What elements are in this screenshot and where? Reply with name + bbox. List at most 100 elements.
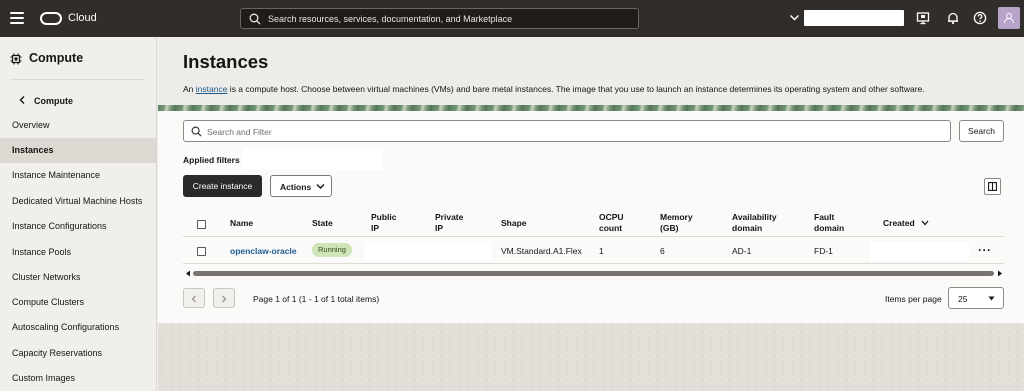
oracle-logo-icon[interactable] [40, 12, 62, 25]
sidebar-item-instance-maintenance[interactable]: Instance Maintenance [0, 163, 157, 188]
sidebar-item-autoscaling-configurations[interactable]: Autoscaling Configurations [0, 315, 157, 340]
row-checkbox[interactable] [197, 247, 206, 256]
applied-filters-area [243, 148, 383, 170]
sidebar-item-custom-images[interactable]: Custom Images [0, 366, 157, 391]
avatar-icon [1004, 13, 1014, 24]
column-header-private-ip[interactable]: Private IP [435, 212, 463, 234]
console-icon[interactable] [916, 11, 930, 25]
column-header-public-ip[interactable]: Public IP [371, 212, 397, 234]
region-selector[interactable] [804, 10, 904, 26]
sidebar-item-overview[interactable]: Overview [0, 113, 157, 138]
main-content: Instances An instance is a compute host.… [158, 37, 1024, 391]
chevron-down-icon[interactable] [789, 12, 800, 23]
instance-name-link[interactable]: openclaw-oracle [230, 246, 297, 256]
chevron-down-icon [988, 296, 995, 301]
column-header-name[interactable]: Name [230, 218, 253, 229]
page-title: Instances [183, 51, 269, 72]
column-header-state[interactable]: State [312, 218, 333, 229]
panel-toggle-button[interactable] [984, 178, 1001, 195]
column-header-fd-line1: Fault [814, 212, 835, 222]
column-header-created[interactable]: Created [883, 218, 929, 229]
column-header-public-ip-line2: IP [371, 223, 380, 233]
applied-filters-label: Applied filters [183, 155, 240, 165]
cell-ocpu: 1 [599, 246, 604, 256]
search-button[interactable]: Search [959, 120, 1004, 142]
scroll-left-icon[interactable] [185, 270, 191, 277]
cell-shape: VM.Standard.A1.Flex [501, 246, 582, 256]
horizontal-scrollbar[interactable] [183, 269, 1004, 277]
column-header-fd-line2: domain [814, 223, 845, 233]
sidebar-item-capacity-reservations[interactable]: Capacity Reservations [0, 341, 157, 366]
scroll-right-icon[interactable] [997, 270, 1003, 277]
instance-doc-link[interactable]: instance [196, 84, 228, 94]
global-search-placeholder: Search resources, services, documentatio… [268, 14, 513, 24]
column-header-ocpu-line2: count [599, 223, 623, 233]
ip-addresses-area [364, 241, 492, 260]
column-header-memory-line1: Memory [660, 212, 693, 222]
next-page-button[interactable] [213, 288, 235, 308]
search-filter-placeholder: Search and Filter [207, 127, 272, 137]
menu-icon[interactable] [10, 12, 24, 25]
previous-page-button[interactable] [183, 288, 205, 308]
sidebar-divider [10, 79, 145, 80]
column-header-availability-domain[interactable]: Availability domain [732, 212, 777, 234]
chevron-left-icon [191, 295, 196, 303]
column-header-ad-line2: domain [732, 223, 763, 233]
column-header-ad-line1: Availability [732, 212, 777, 222]
chevron-down-icon [921, 220, 929, 226]
help-icon[interactable] [973, 11, 987, 25]
column-header-private-ip-line1: Private [435, 212, 464, 222]
sidebar-item-instance-configurations[interactable]: Instance Configurations [0, 214, 157, 239]
page-description-suffix: is a compute host. Choose between virtua… [227, 84, 925, 94]
sidebar-item-instances[interactable]: Instances [0, 138, 157, 163]
pagination-text: Page 1 of 1 (1 - 1 of 1 total items) [253, 294, 380, 304]
table-header-divider [183, 236, 1004, 237]
avatar[interactable] [998, 7, 1020, 29]
cell-memory: 6 [660, 246, 665, 256]
items-per-page-label: Items per page [885, 294, 942, 304]
column-header-memory-line2: (GB) [660, 223, 679, 233]
column-header-ocpu-line1: OCPU [599, 212, 624, 222]
table-row-divider [183, 263, 1004, 264]
cell-fault-domain: FD-1 [814, 246, 833, 256]
instance-name[interactable]: openclaw-oracle [230, 246, 297, 256]
column-header-private-ip-line2: IP [435, 223, 444, 233]
sidebar-item-dedicated-vm-hosts[interactable]: Dedicated Virtual Machine Hosts [0, 189, 157, 214]
cell-availability-domain: AD-1 [732, 246, 752, 256]
bell-icon[interactable] [946, 11, 960, 25]
page-description: An instance is a compute host. Choose be… [183, 84, 925, 94]
panel-icon [988, 182, 997, 191]
instances-card: Search and Filter Search Applied filters… [158, 111, 1024, 323]
create-instance-button[interactable]: Create instance [183, 175, 262, 197]
column-header-created-label: Created [883, 218, 915, 228]
search-icon [249, 13, 261, 25]
actions-button[interactable]: Actions [270, 175, 332, 197]
search-icon [191, 126, 202, 137]
sidebar-item-instance-pools[interactable]: Instance Pools [0, 240, 157, 265]
sidebar-item-compute-clusters[interactable]: Compute Clusters [0, 290, 157, 315]
search-filter-input[interactable]: Search and Filter [183, 120, 951, 142]
column-header-public-ip-line1: Public [371, 212, 397, 222]
top-bar: Cloud Search resources, services, docume… [0, 0, 1024, 37]
global-search-input[interactable]: Search resources, services, documentatio… [240, 8, 639, 29]
page-description-prefix: An [183, 84, 196, 94]
column-header-shape[interactable]: Shape [501, 218, 527, 229]
sidebar-back-label: Compute [34, 96, 73, 106]
sidebar-item-cluster-networks[interactable]: Cluster Networks [0, 265, 157, 290]
brand-name[interactable]: Cloud [68, 12, 97, 24]
decorative-footer-pattern [158, 323, 1024, 391]
compute-icon [10, 53, 22, 65]
column-header-fault-domain[interactable]: Fault domain [814, 212, 844, 234]
actions-button-label: Actions [280, 182, 312, 192]
column-header-ocpu[interactable]: OCPU count [599, 212, 624, 234]
status-badge: Running [312, 243, 352, 257]
sidebar: Compute Compute Overview Instances Insta… [0, 37, 157, 391]
chevron-right-icon [222, 295, 227, 303]
sidebar-title: Compute [29, 51, 84, 65]
column-header-memory[interactable]: Memory (GB) [660, 212, 693, 234]
items-per-page-select[interactable]: 25 [948, 287, 1004, 309]
select-all-checkbox[interactable] [197, 220, 206, 229]
ellipsis-icon[interactable]: ··· [978, 243, 992, 257]
chevron-left-icon [19, 96, 25, 104]
scrollbar-thumb[interactable] [193, 271, 994, 276]
